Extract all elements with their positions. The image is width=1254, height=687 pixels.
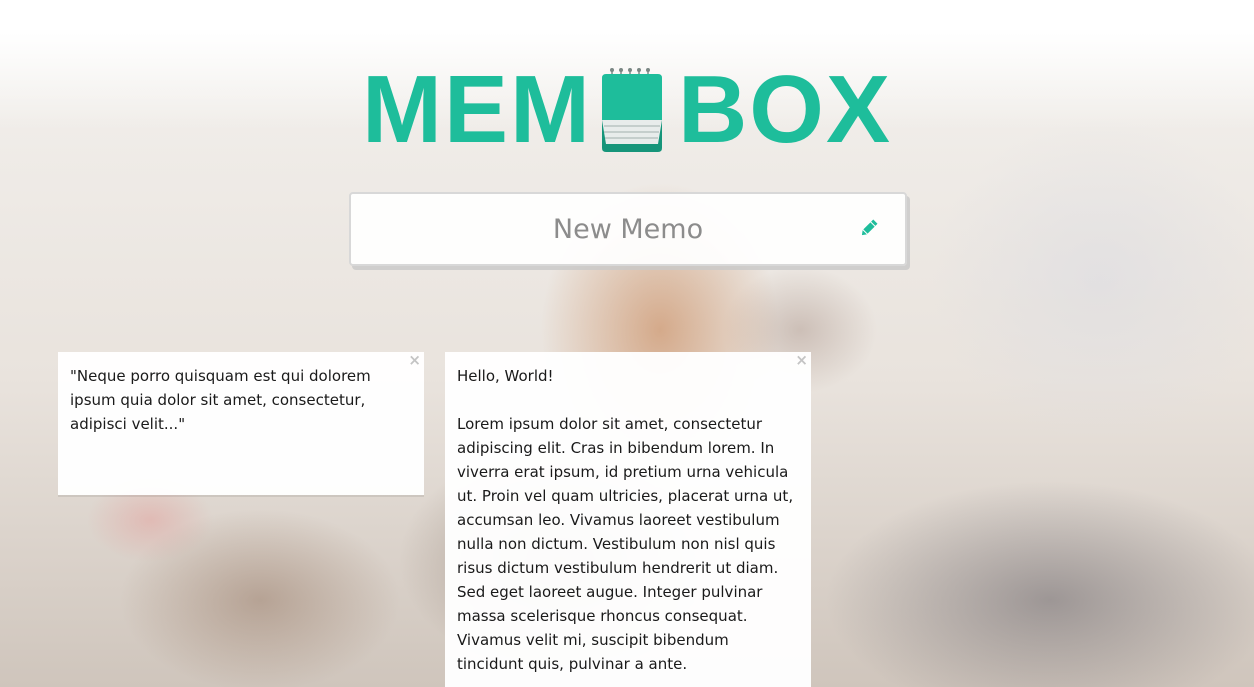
pencil-icon[interactable]	[859, 218, 879, 238]
memo-text: Lorem ipsum dolor sit amet, consectetur …	[457, 415, 798, 673]
close-icon[interactable]: ×	[795, 352, 808, 368]
logo-text-left: MEM	[362, 56, 592, 163]
close-icon[interactable]: ×	[408, 352, 421, 368]
memo-text: "Neque porro quisquam est qui dolorem ip…	[70, 367, 376, 433]
new-memo-input[interactable]	[351, 194, 905, 264]
memo-card[interactable]: × Hello, World! Lorem ipsum dolor sit am…	[445, 352, 811, 687]
new-memo-box	[349, 192, 907, 266]
memo-title: Hello, World!	[457, 367, 554, 385]
notepad-icon	[596, 66, 668, 154]
app-stage: MEM BOX New Memo × "Neque porro quisquam…	[0, 0, 1254, 687]
memo-card[interactable]: × "Neque porro quisquam est qui dolorem …	[58, 352, 424, 495]
logo-text-right: BOX	[677, 56, 892, 163]
logo: MEM BOX	[0, 62, 1254, 158]
